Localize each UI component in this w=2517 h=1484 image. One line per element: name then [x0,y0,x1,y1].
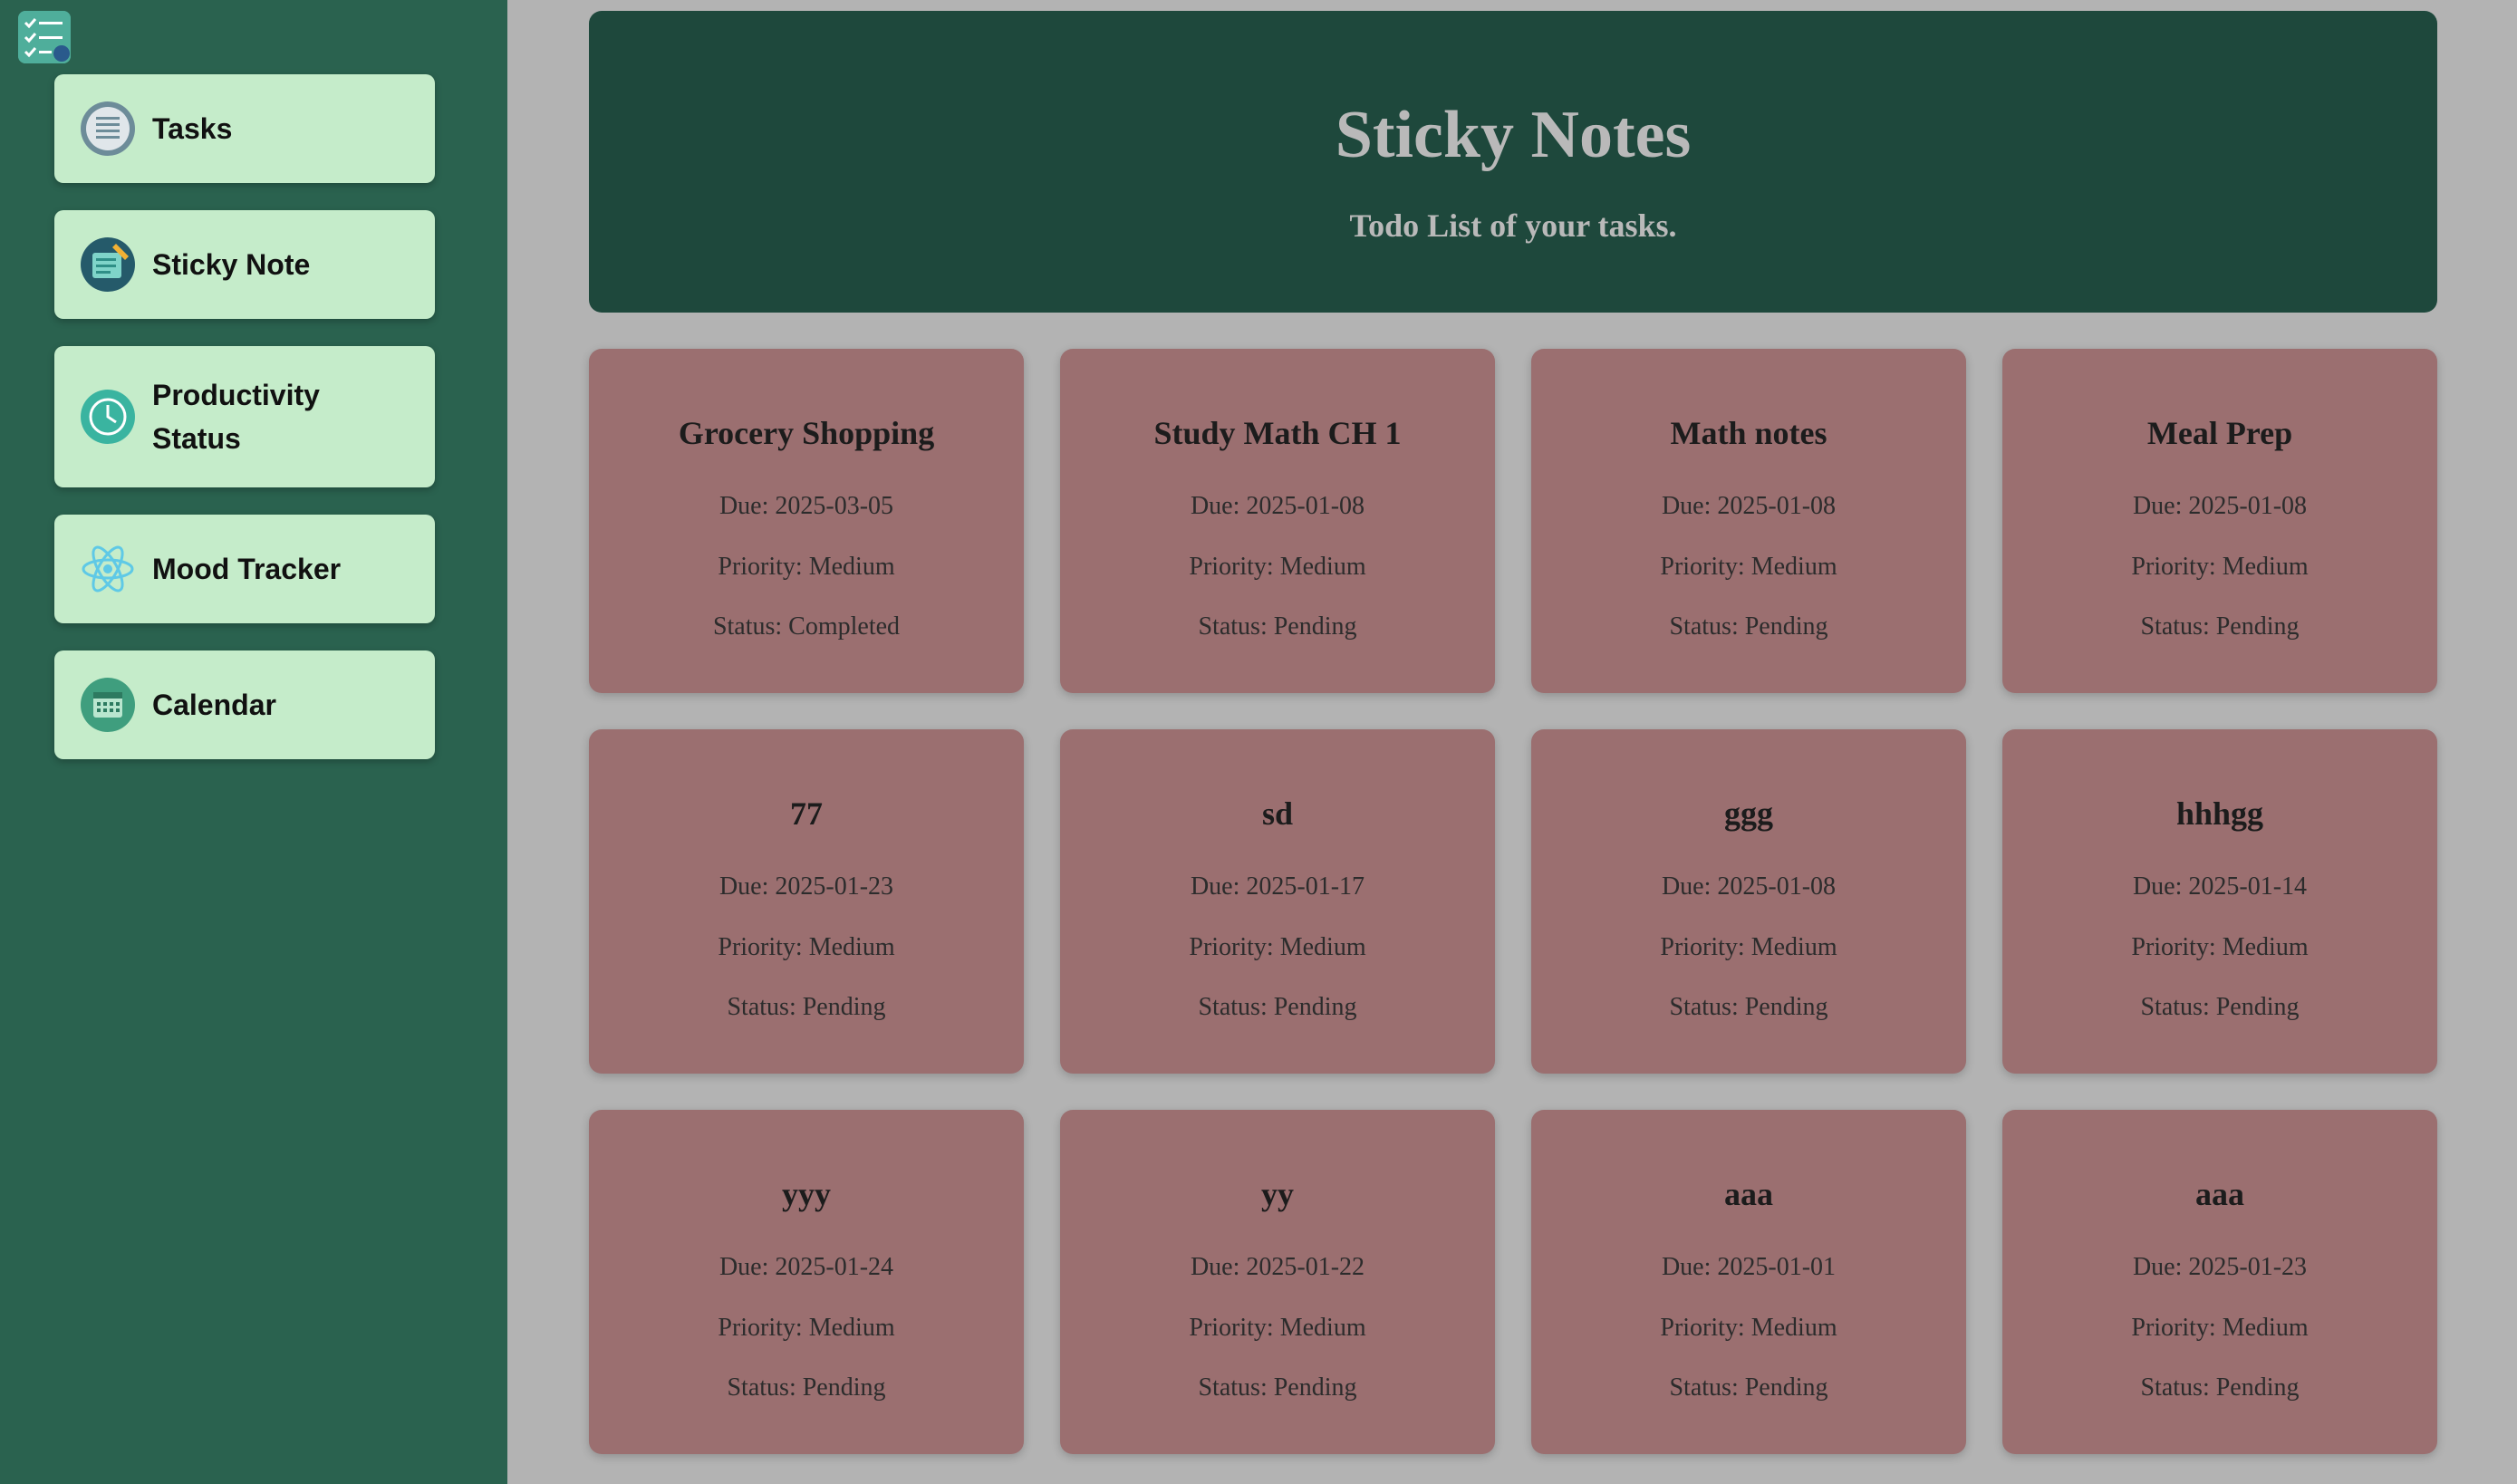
sidebar-item-productivity-status[interactable]: Productivity Status [54,346,435,487]
sidebar-item-label: Tasks [152,112,233,145]
sticky-note-card[interactable]: yyy Due: 2025-01-24 Priority: Medium Status… [589,1110,1024,1454]
sticky-note-card[interactable]: yy Due: 2025-01-22 Priority: Medium Status:… [1060,1110,1495,1454]
note-status: Status: Pending [1198,612,1357,641]
sidebar-item-calendar[interactable]: Calendar [54,650,435,759]
note-status: Status: Pending [727,993,886,1021]
note-priority: Priority: Medium [1660,933,1837,961]
note-due-date: Due: 2025-01-08 [2132,492,2308,520]
note-title: aaa [2195,1176,2244,1212]
note-status: Status: Pending [1669,612,1828,641]
sticky-note-card[interactable]: 77 Due: 2025-01-23 Priority: Medium Status:… [589,729,1024,1074]
note-title: Study Math CH 1 [1153,415,1402,451]
app-logo-icon [18,11,71,63]
sticky-note-card[interactable]: hhhgg Due: 2025-01-14 Priority: Medium Stat… [2002,729,2437,1074]
calendar-icon [81,678,135,732]
sidebar-item-mood-tracker[interactable]: Mood Tracker [54,515,435,623]
sidebar-item-label: Calendar [152,689,276,721]
note-status: Status: Pending [2140,993,2300,1021]
sidebar-item-label: Sticky Note [152,248,311,281]
note-priority: Priority: Medium [1189,933,1366,961]
sidebar: Tasks Sticky Note Productivity Status Mo… [0,0,507,1484]
note-status: Status: Pending [1669,1373,1828,1402]
page-title: Sticky Notes [1335,98,1692,172]
note-title: Meal Prep [2146,415,2293,451]
clock-icon [81,390,135,444]
note-due-date: Due: 2025-01-08 [1661,872,1837,901]
sticky-note-icon [81,237,135,292]
note-status: Status: Completed [712,612,901,641]
note-title: 77 [790,795,823,832]
sticky-note-card[interactable]: aaa Due: 2025-01-23 Priority: Medium Status… [2002,1110,2437,1454]
note-title: yyy [782,1176,831,1212]
note-priority: Priority: Medium [718,933,895,961]
note-priority: Priority: Medium [2131,1314,2309,1342]
sidebar-item-sticky-note[interactable]: Sticky Note [54,210,435,319]
note-priority: Priority: Medium [718,553,895,581]
note-due-date: Due: 2025-01-22 [1190,1253,1365,1281]
note-title: Math notes [1670,415,1827,451]
page-header: Sticky Notes Todo List of your tasks. [589,11,2437,313]
note-status: Status: Pending [1198,993,1357,1021]
note-priority: Priority: Medium [1189,553,1366,581]
note-due-date: Due: 2025-01-24 [718,1253,894,1281]
note-due-date: Due: 2025-01-23 [718,872,894,901]
note-title: hhhgg [2175,795,2264,832]
main-content: Sticky Notes Todo List of your tasks. Gr… [507,0,2517,1484]
sidebar-item-label: Productivity Status [152,379,320,455]
sticky-note-card[interactable]: aaa Due: 2025-01-01 Priority: Medium Status… [1531,1110,1966,1454]
sticky-note-card[interactable]: ggg Due: 2025-01-08 Priority: Medium Status… [1531,729,1966,1074]
note-title: aaa [1724,1176,1773,1212]
note-title: ggg [1724,795,1773,832]
note-due-date: Due: 2025-03-05 [718,492,894,520]
note-priority: Priority: Medium [2131,553,2309,581]
sticky-note-card[interactable]: Math notes Due: 2025-01-08 Priority: Mediu… [1531,349,1966,693]
list-icon [81,101,135,156]
note-status: Status: Pending [2140,1373,2300,1402]
note-priority: Priority: Medium [718,1314,895,1342]
note-priority: Priority: Medium [1660,1314,1837,1342]
sticky-note-card[interactable]: Meal Prep Due: 2025-01-08 Priority: Medium… [2002,349,2437,693]
note-due-date: Due: 2025-01-01 [1661,1253,1837,1281]
sidebar-item-tasks[interactable]: Tasks [54,74,435,183]
note-priority: Priority: Medium [1189,1314,1366,1342]
page-subtitle: Todo List of your tasks. [1349,207,1677,244]
atom-icon [82,545,134,593]
note-priority: Priority: Medium [1660,553,1837,581]
note-due-date: Due: 2025-01-17 [1190,872,1365,901]
note-status: Status: Pending [1669,993,1828,1021]
note-due-date: Due: 2025-01-08 [1661,492,1837,520]
note-priority: Priority: Medium [2131,933,2309,961]
note-due-date: Due: 2025-01-14 [2132,872,2308,901]
sticky-note-card[interactable]: Study Math CH 1 Due: 2025-01-08 Priority: … [1060,349,1495,693]
note-due-date: Due: 2025-01-23 [2132,1253,2308,1281]
note-due-date: Due: 2025-01-08 [1190,492,1365,520]
note-status: Status: Pending [727,1373,886,1402]
sidebar-item-label: Mood Tracker [152,553,342,585]
note-title: yy [1261,1176,1294,1212]
sticky-note-card[interactable]: sd Due: 2025-01-17 Priority: Medium Status:… [1060,729,1495,1074]
note-status: Status: Pending [1198,1373,1357,1402]
note-status: Status: Pending [2140,612,2300,641]
note-title: Grocery Shopping [678,415,935,451]
note-title: sd [1261,795,1294,832]
sticky-note-card[interactable]: Grocery Shopping Due: 2025-03-05 Priority:… [589,349,1024,693]
